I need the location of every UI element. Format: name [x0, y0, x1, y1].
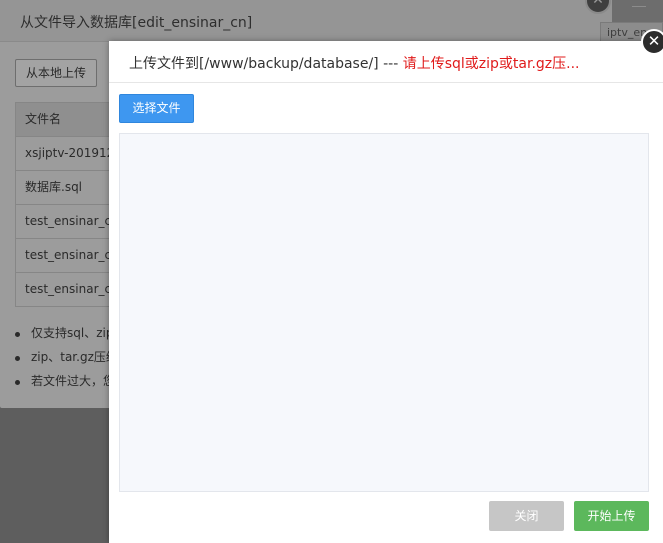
upload-format-warning: 请上传sql或zip或tar.gz压...	[402, 56, 580, 72]
import-dialog-titlebar: 从文件导入数据库[edit_ensinar_cn]	[0, 0, 612, 42]
start-upload-button[interactable]: 开始上传	[574, 501, 649, 531]
upload-file-list[interactable]	[119, 133, 649, 492]
upload-path-text: 上传文件到[/www/backup/database/] ---	[129, 56, 403, 72]
upload-dialog-titlebar: 上传文件到[/www/backup/database/] --- 请上传sql或…	[109, 41, 663, 83]
upload-file-dialog: 上传文件到[/www/backup/database/] --- 请上传sql或…	[109, 41, 663, 543]
import-notes-list: 仅支持sql、zip zip、tar.gz压缩 若文件过大，您	[15, 322, 118, 394]
close-icon[interactable]: ✕	[641, 29, 663, 55]
divider	[632, 6, 646, 7]
close-button[interactable]: 关闭	[489, 501, 564, 531]
list-item: 若文件过大，您	[15, 370, 118, 394]
list-item: 仅支持sql、zip	[15, 322, 118, 346]
upload-from-local-button[interactable]: 从本地上传	[15, 59, 97, 87]
import-dialog-title: 从文件导入数据库[edit_ensinar_cn]	[20, 15, 253, 31]
upload-dialog-title: 上传文件到[/www/backup/database/] --- 请上传sql或…	[129, 53, 580, 73]
choose-file-button[interactable]: 选择文件	[119, 94, 194, 123]
list-item: zip、tar.gz压缩	[15, 346, 118, 370]
